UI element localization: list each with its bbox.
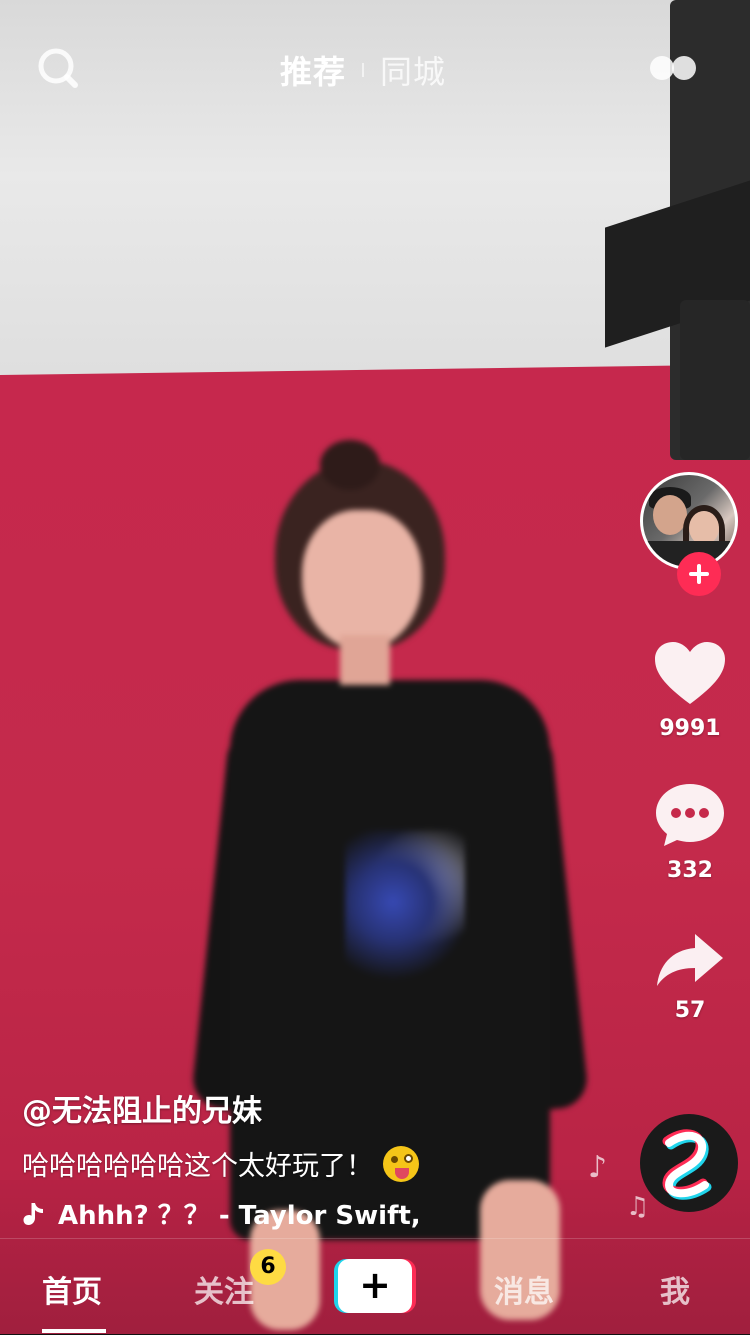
heart-icon[interactable] [653,640,727,706]
tiktok-note-icon [23,1202,43,1225]
dot-left [650,56,674,80]
nav-following[interactable]: 关注 [194,1267,254,1311]
plus-icon[interactable]: + [338,1259,412,1313]
create-video-button[interactable]: + [334,1259,416,1313]
nav-messages[interactable]: 消息 [494,1267,554,1311]
tiktok-logo-icon [662,1129,712,1200]
two-dots-icon[interactable] [650,56,696,82]
active-tab-indicator [42,1329,106,1333]
follow-plus-icon[interactable] [677,552,721,596]
comment-button[interactable]: 332 [630,782,750,883]
bottom-nav: 首页 关注 6 + 消息 我 [0,1238,750,1335]
share-arrow-icon[interactable] [655,932,725,988]
tab-nearby[interactable]: 同城 [380,47,446,93]
music-disc-button[interactable] [640,1114,738,1212]
like-button[interactable]: 9991 [630,640,750,741]
search-icon[interactable] [36,46,80,90]
comment-count: 332 [667,858,713,883]
feed-tabs: 推荐 同城 [280,48,446,92]
tab-recommended[interactable]: 推荐 [280,47,346,93]
music-notes-icon: ♫ [626,1192,650,1222]
like-count: 9991 [659,716,721,741]
creator-avatar-button[interactable] [640,472,738,596]
following-badge: 6 [250,1249,286,1285]
share-button[interactable]: 57 [630,932,750,1023]
winking-tongue-emoji-icon [383,1145,419,1182]
music-title: Ahhh? ？？ - Taylor Swift, [58,1201,421,1231]
dot-right [672,56,696,80]
video-description: 哈哈哈哈哈哈这个太好玩了！ [22,1144,622,1183]
tab-divider [362,63,365,77]
music-info[interactable]: Ahhh? ？？ - Taylor Swift, [22,1195,622,1232]
share-count: 57 [674,998,706,1023]
description-text: 哈哈哈哈哈哈这个太好玩了！ [22,1151,373,1182]
video-caption: @无法阻止的兄妹 哈哈哈哈哈哈这个太好玩了！ Ahhh? ？？ - Taylor… [22,1086,622,1232]
nav-home[interactable]: 首页 [42,1267,102,1311]
comment-icon[interactable] [654,782,726,848]
video-frame-stand-arm [680,300,750,460]
top-bar: 推荐 同城 [0,30,750,110]
author-name[interactable]: @无法阻止的兄妹 [22,1086,622,1130]
nav-me[interactable]: 我 [660,1267,690,1311]
